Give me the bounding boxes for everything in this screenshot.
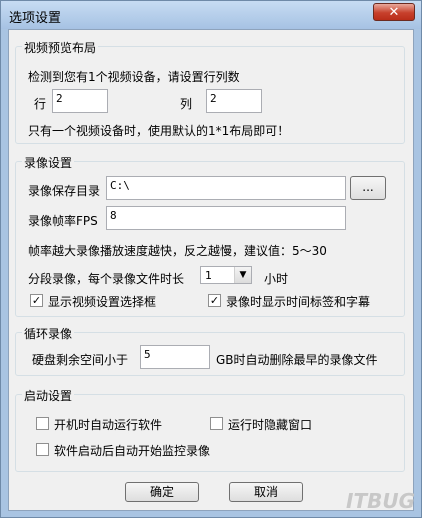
disk-space-input[interactable]: 5 xyxy=(140,345,210,369)
device-detect-text: 检测到您有1个视频设备，请设置行列数 xyxy=(28,70,240,84)
segment-duration-select[interactable]: 1 ▼ xyxy=(200,266,252,284)
record-settings-group: 录像设置 录像保存目录 C:\ ... 录像帧率FPS 8 帧率越大录像播放速度… xyxy=(15,154,405,317)
checkmark-icon: ✓ xyxy=(209,294,220,307)
hide-window-checkbox[interactable] xyxy=(210,417,223,430)
cancel-button[interactable]: 取消 xyxy=(229,482,303,502)
hide-window-label: 运行时隐藏窗口 xyxy=(228,418,313,432)
row-label: 行 xyxy=(34,97,47,111)
chevron-down-icon[interactable]: ▼ xyxy=(234,267,251,283)
loop-record-legend: 循环录像 xyxy=(22,325,75,342)
fps-label: 录像帧率FPS xyxy=(28,214,98,228)
fps-input[interactable]: 8 xyxy=(106,206,346,230)
layout-note: 只有一个视频设备时，使用默认的1*1布局即可！ xyxy=(28,124,290,138)
show-select-checkbox[interactable]: ✓ xyxy=(30,294,43,307)
auto-monitor-checkbox[interactable] xyxy=(36,443,49,456)
preview-layout-group: 视频预览布局 检测到您有1个视频设备，请设置行列数 行 2 列 2 只有一个视频… xyxy=(15,39,405,144)
disk-space-suffix: GB时自动删除最早的录像文件 xyxy=(216,353,378,367)
show-timestamp-label: 录像时显示时间标签和字幕 xyxy=(226,295,371,309)
col-input[interactable]: 2 xyxy=(206,89,262,113)
fps-hint: 帧率越大录像播放速度越快，反之越慢，建议值：5～30 xyxy=(28,244,327,258)
loop-record-group: 循环录像 硬盘剩余空间小于 5 GB时自动删除最早的录像文件 xyxy=(15,325,405,376)
row-input[interactable]: 2 xyxy=(52,89,108,113)
save-dir-label: 录像保存目录 xyxy=(28,184,101,198)
options-dialog: 选项设置 ✕ 视频预览布局 检测到您有1个视频设备，请设置行列数 行 2 列 2… xyxy=(0,0,422,518)
close-button[interactable]: ✕ xyxy=(373,3,415,21)
checkmark-icon: ✓ xyxy=(31,294,42,307)
preview-layout-legend: 视频预览布局 xyxy=(22,39,99,56)
segment-duration-value: 1 xyxy=(205,269,212,282)
ok-button[interactable]: 确定 xyxy=(125,482,199,502)
col-label: 列 xyxy=(180,97,193,111)
show-timestamp-checkbox[interactable]: ✓ xyxy=(208,294,221,307)
segment-unit: 小时 xyxy=(264,272,289,286)
startup-settings-group: 启动设置 开机时自动运行软件 运行时隐藏窗口 软件启动后自动开始监控录像 xyxy=(15,387,405,472)
segment-label: 分段录像，每个录像文件时长 xyxy=(28,272,185,286)
browse-button[interactable]: ... xyxy=(350,176,386,200)
disk-space-label: 硬盘剩余空间小于 xyxy=(32,353,129,367)
watermark-logo: ITBUG xyxy=(346,489,415,513)
startup-settings-legend: 启动设置 xyxy=(22,387,75,404)
window-title: 选项设置 xyxy=(9,11,62,26)
show-select-label: 显示视频设置选择框 xyxy=(48,295,157,309)
dialog-body: 视频预览布局 检测到您有1个视频设备，请设置行列数 行 2 列 2 只有一个视频… xyxy=(8,29,414,511)
title-bar[interactable]: 选项设置 ✕ xyxy=(1,1,421,29)
close-icon: ✕ xyxy=(388,5,400,20)
record-settings-legend: 录像设置 xyxy=(22,154,75,171)
save-dir-input[interactable]: C:\ xyxy=(106,176,346,200)
autostart-checkbox[interactable] xyxy=(36,417,49,430)
auto-monitor-label: 软件启动后自动开始监控录像 xyxy=(54,444,211,458)
autostart-label: 开机时自动运行软件 xyxy=(54,418,163,432)
